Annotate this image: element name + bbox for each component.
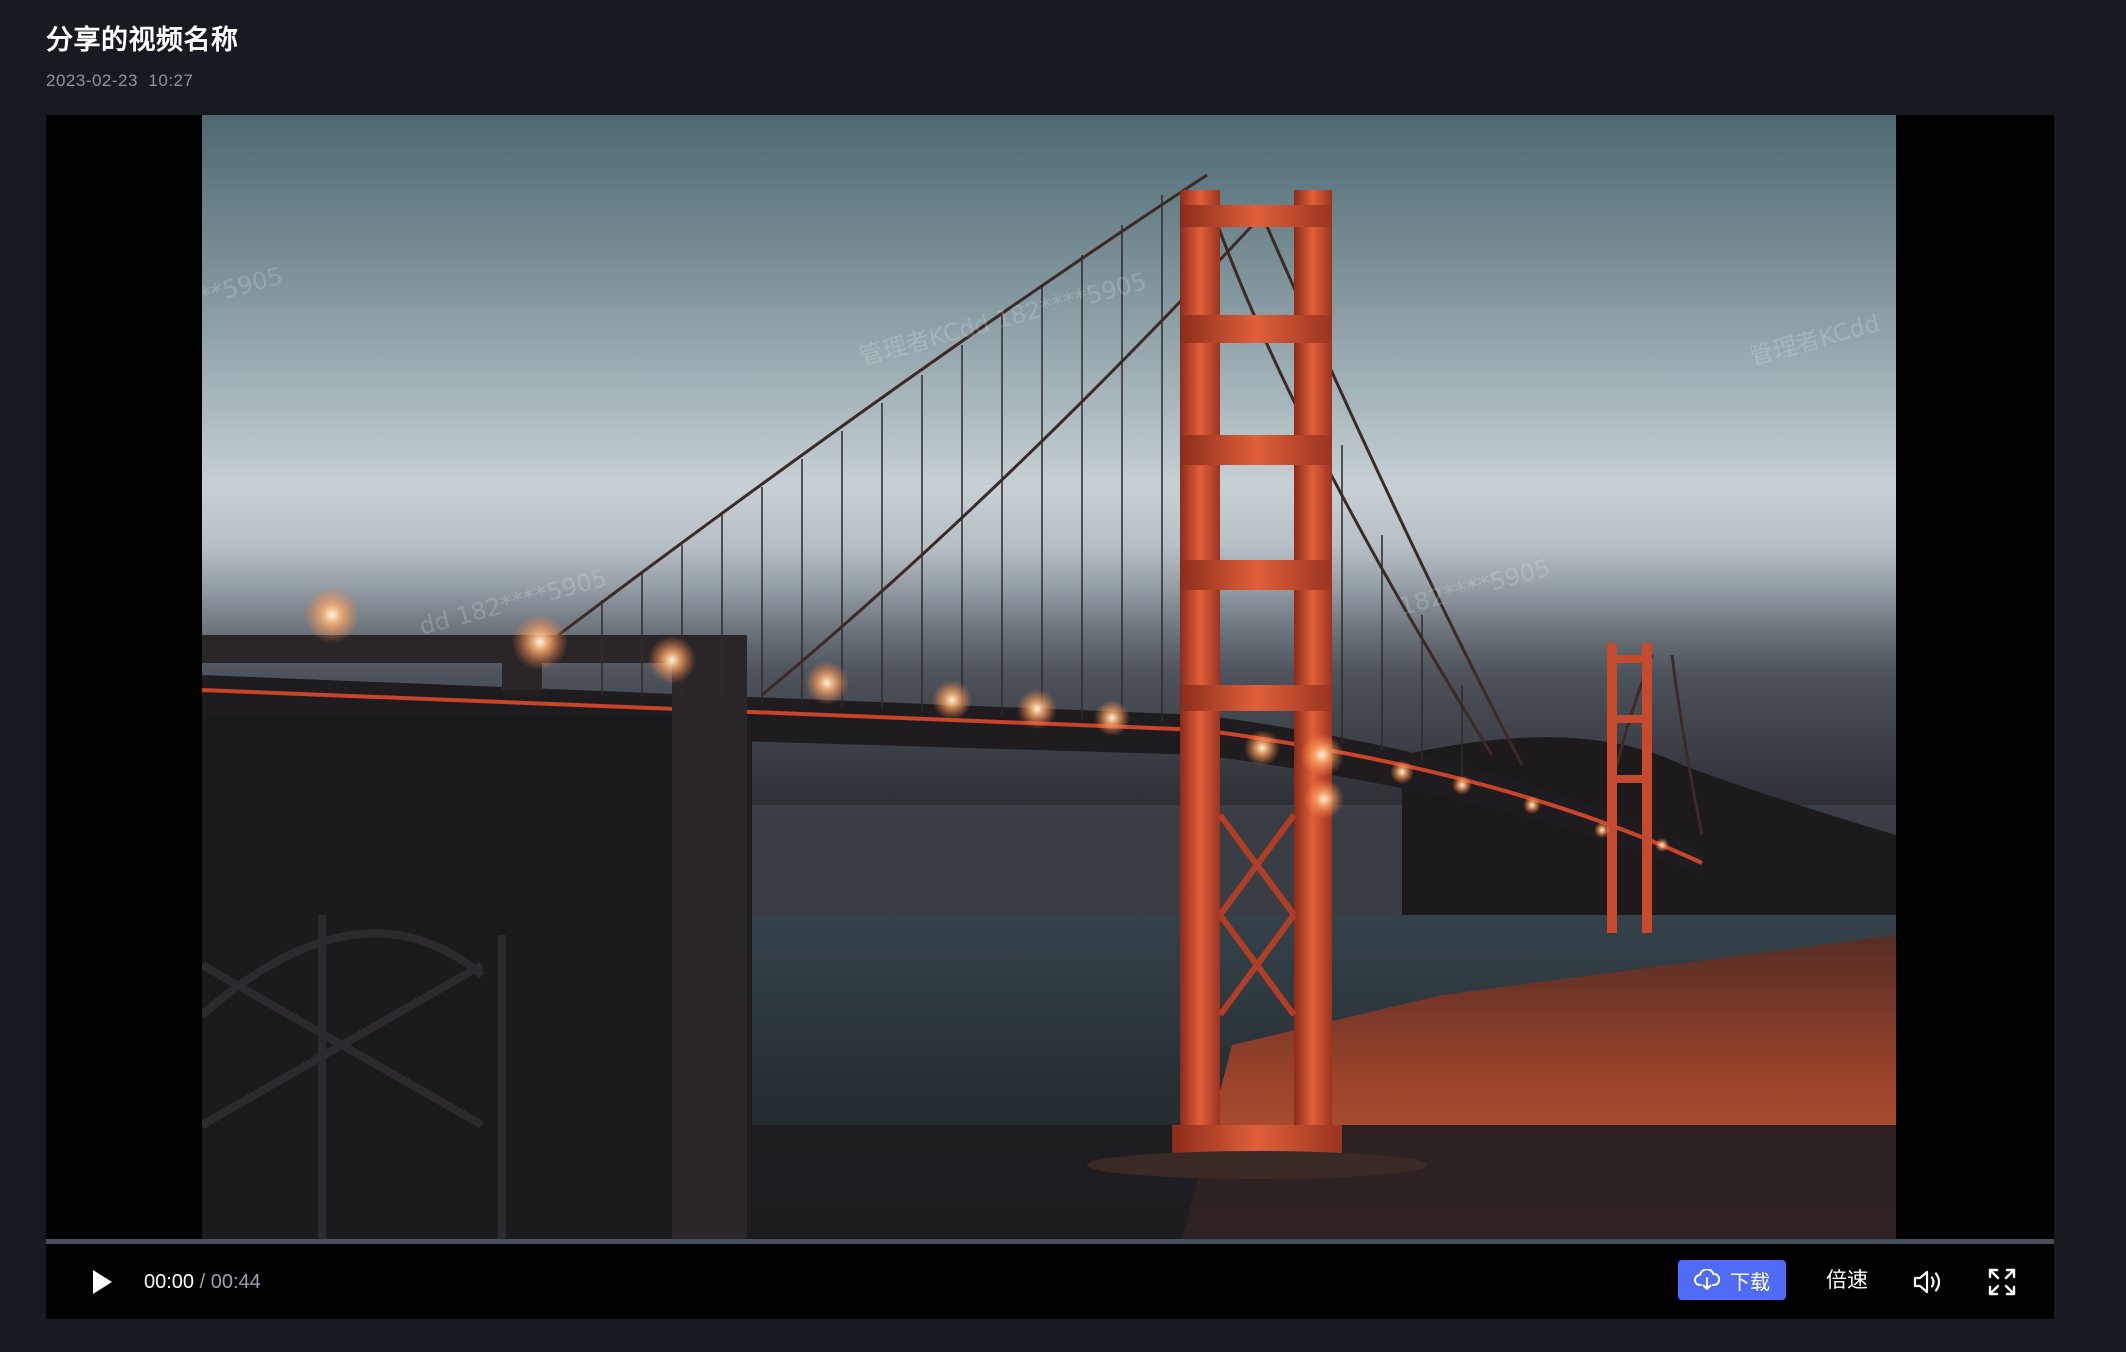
play-button[interactable] [86,1266,118,1298]
play-icon [93,1270,112,1294]
cloud-download-icon [1694,1269,1720,1290]
playback-speed-button[interactable]: 倍速 [1826,1266,1868,1296]
video-header: 分享的视频名称 2023-02-23 10:27 [46,22,239,92]
fullscreen-icon [1988,1268,2016,1296]
fullscreen-button[interactable] [1982,1262,2022,1302]
download-label: 下载 [1730,1271,1770,1294]
volume-button[interactable] [1908,1262,1948,1302]
video-viewport[interactable]: **5905 管理者KCdd 182****5905 管理者KCdd dd 18… [46,115,2054,1239]
current-time: 00:00 [144,1271,195,1293]
video-frame: **5905 管理者KCdd 182****5905 管理者KCdd dd 18… [202,115,1896,1239]
video-frame-image: **5905 管理者KCdd 182****5905 管理者KCdd dd 18… [202,115,1896,1239]
download-button[interactable]: 下载 [1678,1260,1786,1300]
duration: 00:44 [210,1271,261,1293]
time-display: 00:00 / 00:44 [144,1268,261,1296]
share-video-page: 分享的视频名称 2023-02-23 10:27 **5905 管理者KCdd … [0,0,2126,1352]
control-bar: 00:00 / 00:44 下载 倍速 [46,1244,2054,1319]
video-date: 2023-02-23 10:27 [46,71,194,90]
video-title: 分享的视频名称 [46,25,239,55]
video-player: **5905 管理者KCdd 182****5905 管理者KCdd dd 18… [46,115,2054,1319]
volume-icon [1913,1270,1941,1294]
time-separator: / [199,1271,206,1293]
